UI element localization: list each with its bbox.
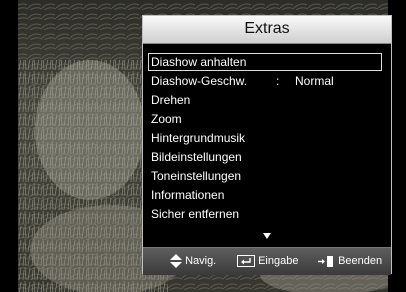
extras-menu-panel: Extras Diashow anhalten Diashow-Geschw. … bbox=[142, 15, 392, 275]
exit-hint: Beenden bbox=[318, 254, 382, 269]
menu-item-label: Zoom bbox=[151, 112, 182, 126]
more-down-arrow-icon bbox=[263, 233, 271, 239]
menu-item-diashow-geschw[interactable]: Diashow-Geschw. : Normal bbox=[151, 73, 383, 89]
enter-label: Eingabe bbox=[258, 255, 299, 267]
navigate-hint: Navig. bbox=[170, 254, 216, 269]
exit-icon bbox=[318, 255, 333, 267]
menu-item-label: Diashow-Geschw. bbox=[151, 74, 248, 88]
menu-item-label: Bildeinstellungen bbox=[151, 150, 242, 164]
menu-item-zoom[interactable]: Zoom bbox=[151, 111, 182, 127]
menu-item-label: Hintergrundmusik bbox=[151, 131, 246, 145]
menu-item-toneinstellungen[interactable]: Toneinstellungen bbox=[151, 168, 241, 184]
menu-item-label: Toneinstellungen bbox=[151, 169, 242, 183]
menu-title-bar: Extras bbox=[143, 16, 391, 44]
menu-footer: Navig. Eingabe Beenden bbox=[143, 247, 391, 275]
menu-title: Extras bbox=[244, 20, 290, 37]
menu-item-bildeinstellungen[interactable]: Bildeinstellungen bbox=[151, 149, 242, 165]
menu-item-label: Drehen bbox=[151, 93, 191, 107]
menu-item-drehen[interactable]: Drehen bbox=[151, 92, 190, 108]
menu-item-sicher-entfernen[interactable]: Sicher entfernen bbox=[151, 206, 239, 222]
menu-item-label: Diashow anhalten bbox=[151, 55, 247, 69]
menu-item-informationen[interactable]: Informationen bbox=[151, 187, 224, 203]
menu-item-label: Sicher entfernen bbox=[151, 207, 240, 221]
up-down-arrows-icon bbox=[170, 254, 182, 269]
exit-label: Beenden bbox=[338, 255, 383, 267]
menu-item-label: Informationen bbox=[151, 188, 225, 202]
menu-item-value: Normal bbox=[295, 74, 334, 88]
menu-item-hintergrundmusik[interactable]: Hintergrundmusik bbox=[151, 130, 245, 146]
menu-item-diashow-anhalten[interactable]: Diashow anhalten bbox=[148, 53, 382, 71]
enter-hint: Eingabe bbox=[237, 254, 298, 269]
navigate-label: Navig. bbox=[185, 255, 217, 267]
enter-icon bbox=[237, 255, 255, 268]
menu-item-separator: : bbox=[276, 74, 280, 88]
